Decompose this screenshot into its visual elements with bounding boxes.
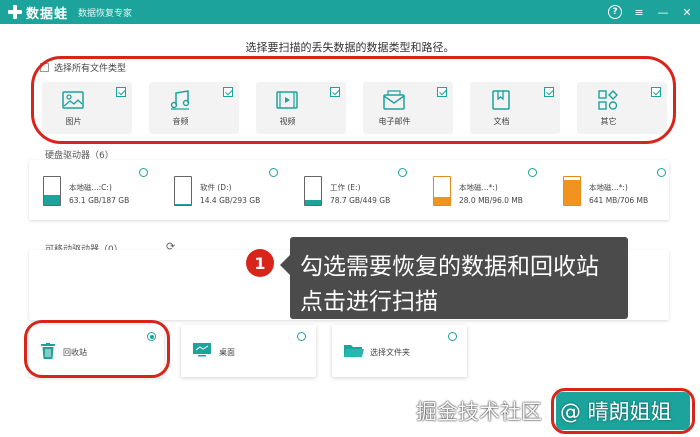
- select-all-label: 选择所有文件类型: [54, 64, 127, 74]
- file-type-audio-label: 音频: [172, 117, 189, 126]
- tooltip-arrow: [280, 255, 290, 275]
- drive-radio[interactable]: [398, 168, 407, 177]
- drive-size: 641 MB/706 MB: [589, 196, 649, 205]
- drive-name: 本地磁...*:): [589, 183, 628, 192]
- drive-size: 28.0 MB/96.0 MB: [459, 196, 523, 205]
- drive-size: 63.1 GB/187 GB: [69, 196, 130, 205]
- drive-icon: [563, 176, 581, 206]
- video-icon: [276, 91, 298, 109]
- file-type-email[interactable]: 电子邮件: [363, 82, 453, 134]
- file-type-email-label: 电子邮件: [378, 117, 411, 126]
- drive-size: 78.7 GB/449 GB: [330, 196, 391, 205]
- drive-icon: [43, 176, 61, 206]
- drive-radio[interactable]: [269, 168, 278, 177]
- drive-icon: [174, 176, 192, 206]
- app-logo: 数据蛙 数据恢复专家: [8, 3, 132, 22]
- drive-item[interactable]: 工作 (E:) 78.7 GB/449 GB: [304, 172, 429, 212]
- drive-item[interactable]: 本地磁...*:) 641 MB/706 MB: [563, 172, 688, 212]
- close-button[interactable]: ✕: [680, 5, 694, 19]
- file-type-document[interactable]: 文档: [470, 82, 560, 134]
- folder-icon: [344, 345, 364, 357]
- drive-name: 工作 (E:): [330, 183, 361, 192]
- location-recycle-bin[interactable]: 回收站: [29, 325, 164, 377]
- tooltip-line-1: 勾选需要恢复的数据和回收站: [300, 254, 599, 280]
- drive-icon: [304, 176, 322, 206]
- logo-cross-icon: [8, 5, 22, 19]
- file-type-other-label: 其它: [600, 117, 617, 126]
- trash-icon: [41, 343, 55, 359]
- music-icon: [170, 90, 190, 110]
- select-all-checkbox[interactable]: [40, 63, 49, 72]
- drive-radio[interactable]: [139, 168, 148, 177]
- drive-item[interactable]: 软件 (D:) 14.4 GB/293 GB: [174, 172, 299, 212]
- select-all-file-types[interactable]: 选择所有文件类型: [40, 61, 126, 74]
- location-select-folder[interactable]: 选择文件夹: [332, 325, 467, 377]
- app-subtitle: 数据恢复专家: [78, 8, 133, 19]
- drive-name: 软件 (D:): [200, 183, 232, 192]
- file-types-row: 图片 音频 视频 电子邮件 文档 其它: [42, 82, 667, 134]
- file-type-audio[interactable]: 音频: [149, 82, 239, 134]
- file-type-image-label: 图片: [65, 117, 82, 126]
- watermark-text: 掘金技术社区: [416, 400, 542, 424]
- desktop-icon: [193, 343, 211, 357]
- drive-name: 本地磁...:C:): [69, 183, 112, 192]
- location-select-folder-radio[interactable]: [448, 332, 457, 341]
- drive-size: 14.4 GB/293 GB: [200, 196, 261, 205]
- help-button[interactable]: ?: [608, 5, 622, 19]
- title-bar: 数据蛙 数据恢复专家 ? ≡ — ✕: [0, 0, 700, 24]
- file-type-document-label: 文档: [493, 117, 510, 126]
- location-recycle-bin-radio[interactable]: [147, 332, 156, 341]
- file-type-image[interactable]: 图片: [42, 82, 132, 134]
- tooltip-line-2: 点击进行扫描: [300, 289, 438, 315]
- file-type-document-checkbox[interactable]: [544, 87, 554, 97]
- hard-drives-panel: 本地磁...:C:) 63.1 GB/187 GB 软件 (D:) 14.4 G…: [29, 160, 669, 220]
- drive-radio[interactable]: [528, 168, 537, 177]
- drive-radio[interactable]: [657, 168, 666, 177]
- location-desktop-label: 桌面: [219, 348, 235, 357]
- file-type-video[interactable]: 视频: [256, 82, 346, 134]
- document-icon: [492, 90, 510, 110]
- drive-icon: [433, 176, 451, 206]
- instruction-text: 选择要扫描的丢失数据的数据类型和路径。: [245, 41, 455, 54]
- drive-name: 本地磁...*:): [459, 183, 498, 192]
- file-type-video-label: 视频: [279, 117, 296, 126]
- location-select-folder-label: 选择文件夹: [370, 348, 410, 357]
- file-type-audio-checkbox[interactable]: [223, 87, 233, 97]
- image-icon: [62, 91, 84, 109]
- email-icon: [383, 90, 405, 110]
- file-type-video-checkbox[interactable]: [330, 87, 340, 97]
- minimize-button[interactable]: —: [656, 5, 670, 19]
- location-recycle-bin-label: 回收站: [63, 348, 87, 357]
- file-type-other[interactable]: 其它: [577, 82, 667, 134]
- app-name: 数据蛙: [26, 6, 69, 22]
- tutorial-tooltip: 勾选需要恢复的数据和回收站 点击进行扫描: [290, 237, 628, 319]
- other-icon: [598, 90, 618, 110]
- menu-button[interactable]: ≡: [632, 5, 646, 19]
- location-desktop[interactable]: 桌面: [181, 325, 316, 377]
- file-type-image-checkbox[interactable]: [116, 87, 126, 97]
- drive-item[interactable]: 本地磁...*:) 28.0 MB/96.0 MB: [433, 172, 558, 212]
- drive-item[interactable]: 本地磁...:C:) 63.1 GB/187 GB: [43, 172, 168, 212]
- location-desktop-radio[interactable]: [297, 332, 306, 341]
- file-type-other-checkbox[interactable]: [651, 87, 661, 97]
- step-badge: 1: [246, 249, 274, 277]
- file-type-email-checkbox[interactable]: [437, 87, 447, 97]
- watermark-author: @ 晴朗姐姐: [560, 400, 672, 424]
